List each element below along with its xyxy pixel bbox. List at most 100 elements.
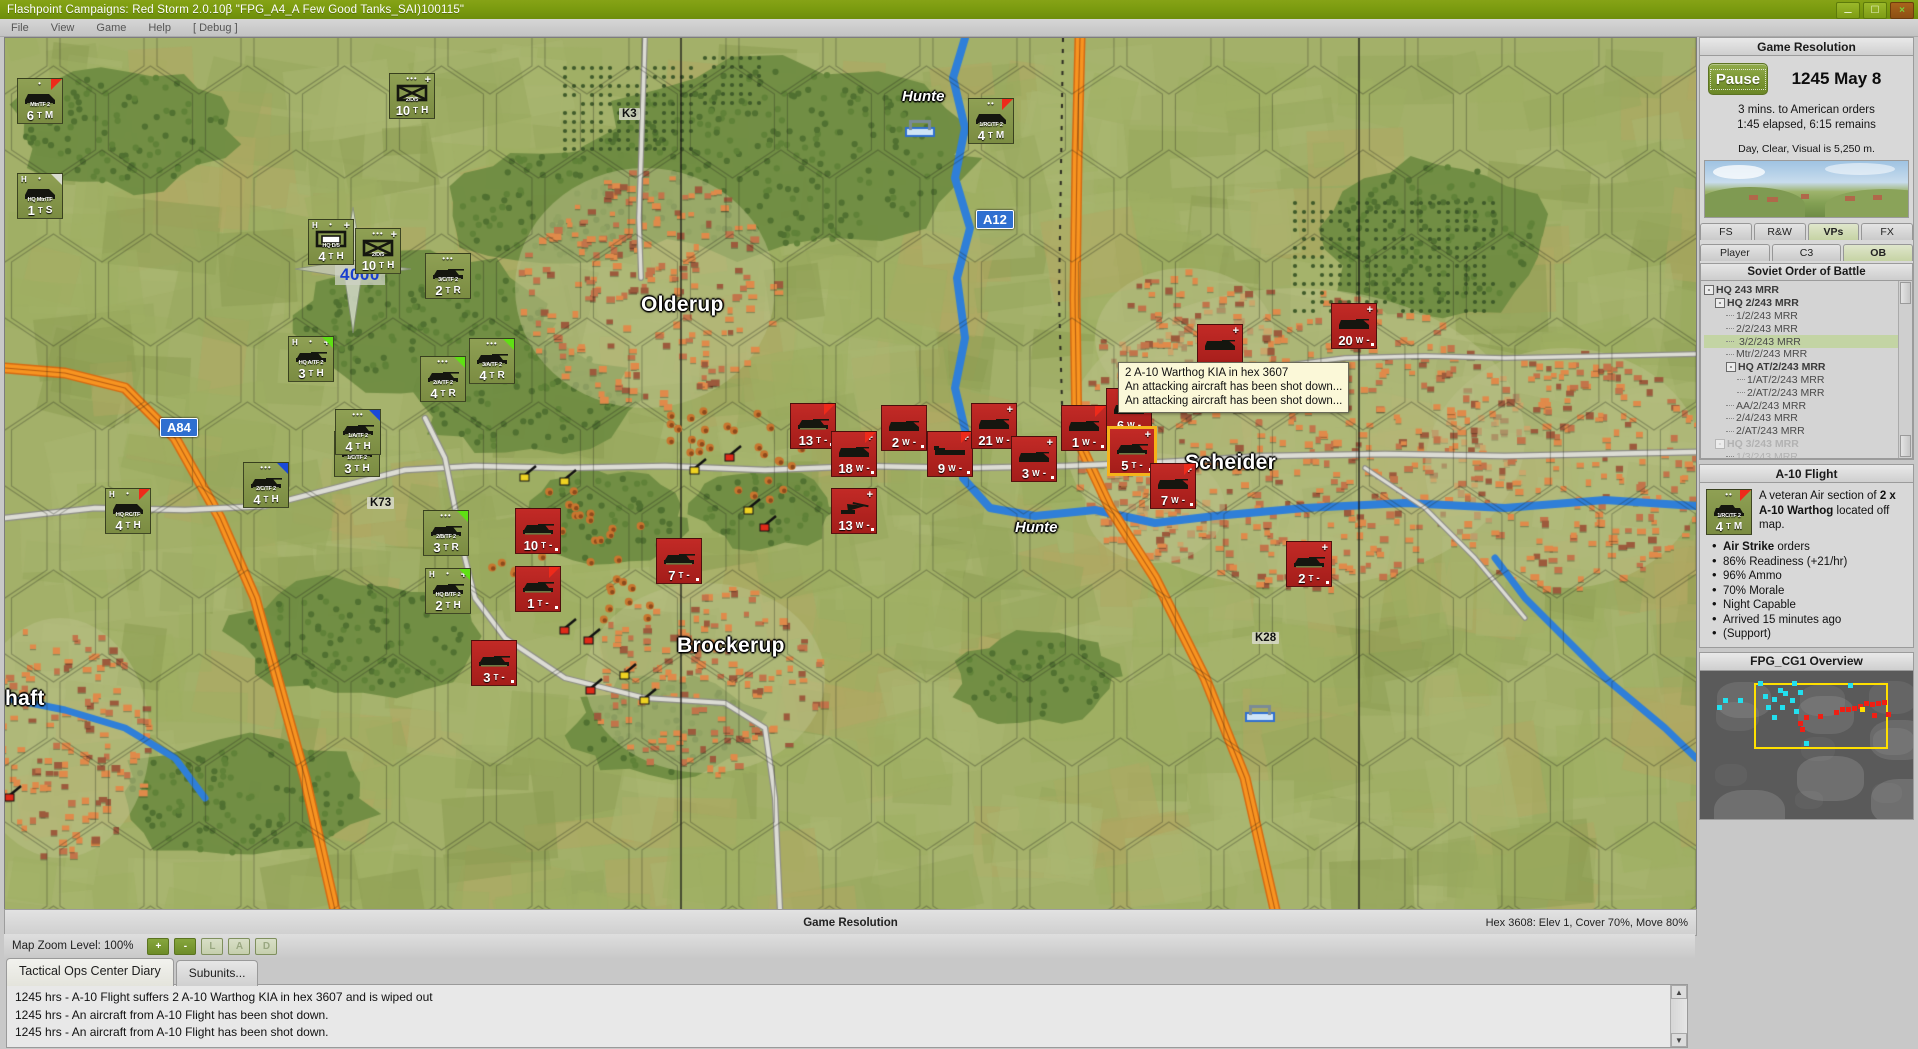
map-unit-counter[interactable]: 13T- xyxy=(790,403,836,449)
map-unit-counter[interactable]: •H+HQ A/TF 23TH xyxy=(288,336,334,382)
map-unit-counter[interactable]: •H+HQ B/TF 22TH xyxy=(425,568,471,614)
map-unit-counter[interactable]: •••+2/D/510TH xyxy=(355,228,401,274)
map-unit-counter[interactable]: •H+HQ D/54TH xyxy=(308,219,354,265)
sidebar-tab-rw[interactable]: R&W xyxy=(1754,223,1806,240)
map-unit-counter[interactable]: •••3/A/TF 24TR xyxy=(469,338,515,384)
map-unit-counter[interactable]: +7W- xyxy=(1150,463,1196,509)
close-icon[interactable]: × xyxy=(1890,2,1914,19)
sidebar-tab-fx[interactable]: FX xyxy=(1861,223,1913,240)
ob-scroll-thumb-bottom[interactable] xyxy=(1900,435,1911,457)
unit-strength: 4 xyxy=(479,368,486,383)
ob-tree-row[interactable]: 1/2/243 MRR xyxy=(1704,310,1912,323)
unit-marker-dot xyxy=(871,471,874,474)
sidebar-tab-player[interactable]: Player xyxy=(1700,244,1770,261)
ob-tree-row[interactable]: 2/AT/243 MRR xyxy=(1704,425,1912,438)
map-unit-counter[interactable]: +3W- xyxy=(1011,436,1057,482)
ob-scroll-thumb-top[interactable] xyxy=(1900,282,1911,304)
zoom-button-plus[interactable]: + xyxy=(147,938,169,955)
ob-tree-row[interactable]: 3/2/243 MRR xyxy=(1704,335,1912,348)
unit-stats: 9W- xyxy=(928,461,972,476)
ob-tree-row[interactable]: 1/AT/2/243 MRR xyxy=(1704,374,1912,387)
unit-marker-dot xyxy=(1371,343,1374,346)
scroll-up-icon[interactable]: ▲ xyxy=(1671,985,1687,999)
zoom-button-l[interactable]: L xyxy=(201,938,223,955)
bottom-tab-subunits[interactable]: Subunits... xyxy=(176,960,259,986)
map-unit-counter[interactable]: +9W- xyxy=(927,431,973,477)
map-unit-counter[interactable]: •HHQ RC/TF4TH xyxy=(105,488,151,534)
zoom-button-d[interactable]: D xyxy=(255,938,277,955)
sidebar-tab-ob[interactable]: OB xyxy=(1843,244,1913,261)
menu-item-view[interactable]: View xyxy=(40,22,86,34)
sidebar-tab-vps[interactable]: VPs xyxy=(1808,223,1860,240)
ob-tree-row[interactable]: -HQ 2/243 MRR xyxy=(1704,297,1912,310)
unit-stats: 6TM xyxy=(18,108,62,123)
map-unit-counter[interactable]: ••1/RC/TF 24TM xyxy=(968,98,1014,144)
map-unit-counter[interactable]: •••3/C/TF 22TR xyxy=(425,253,471,299)
map-unit-counter[interactable]: •••2/A/TF 24TR xyxy=(420,356,466,402)
pause-button[interactable]: Pause xyxy=(1708,63,1768,95)
bottom-tab-tactical-ops-center-diary[interactable]: Tactical Ops Center Diary xyxy=(6,958,174,986)
unit-marker-dot xyxy=(696,578,699,581)
ob-scrollbar[interactable] xyxy=(1898,281,1912,458)
ob-tree-row[interactable]: Mtr/2/243 MRR xyxy=(1704,348,1912,361)
zoom-button-minus[interactable]: - xyxy=(174,938,196,955)
menu-item-help[interactable]: Help xyxy=(137,22,182,34)
ob-tree-row[interactable]: -HQ AT/2/243 MRR xyxy=(1704,361,1912,374)
unit-strength: 21 xyxy=(978,433,992,448)
overview-minimap[interactable] xyxy=(1699,671,1914,820)
tree-collapse-icon[interactable]: - xyxy=(1715,439,1725,449)
zoom-button-a[interactable]: A xyxy=(228,938,250,955)
tree-collapse-icon[interactable]: - xyxy=(1726,362,1736,372)
menu-item-game[interactable]: Game xyxy=(85,22,137,34)
map-unit-counter[interactable]: +18W- xyxy=(831,431,877,477)
map-unit-counter[interactable]: •HHQ Mtr/TF1TS xyxy=(17,173,63,219)
map-unit-counter[interactable]: 3T- xyxy=(471,640,517,686)
ob-tree-row[interactable]: -HQ 243 MRR xyxy=(1704,284,1912,297)
unit-letter-b: R xyxy=(453,285,460,296)
map-unit-counter[interactable]: 1W- xyxy=(1061,405,1107,451)
order-of-battle-tree[interactable]: -HQ 243 MRR-HQ 2/243 MRR1/2/243 MRR2/2/2… xyxy=(1700,281,1913,459)
ob-tree-row[interactable]: 1/3/243 MRR xyxy=(1704,450,1912,459)
unit-tank-symbol-icon xyxy=(472,650,516,670)
sidebar-tab-c3[interactable]: C3 xyxy=(1772,244,1842,261)
ob-tree-row[interactable]: 2/2/243 MRR xyxy=(1704,322,1912,335)
map-unit-counter[interactable]: •••1/A/TF 24TH xyxy=(335,409,381,455)
map-unit-counter[interactable]: 7T- xyxy=(656,538,702,584)
menu-item-debug[interactable]: [ Debug ] xyxy=(182,22,249,34)
map-unit-counter[interactable]: •Mtr/TF 26TM xyxy=(17,78,63,124)
map-unit-counter[interactable]: 10T- xyxy=(515,508,561,554)
tactical-ops-center-diary-log[interactable]: 1245 hrs - A-10 Flight suffers 2 A-10 Wa… xyxy=(6,984,1688,1048)
map-unit-counter[interactable]: +13W- xyxy=(831,488,877,534)
map-unit-counter[interactable]: 2W- xyxy=(881,405,927,451)
ob-tree-row[interactable]: AA/2/243 MRR xyxy=(1704,399,1912,412)
map-town-label: Brockerup xyxy=(677,634,785,658)
unit-stats: 4TM xyxy=(969,128,1013,143)
map-unit-counter[interactable]: +20W- xyxy=(1331,303,1377,349)
unit-stats: 1T- xyxy=(516,596,560,611)
ob-tree-row[interactable]: 2/4/243 MRR xyxy=(1704,412,1912,425)
unit-size-dots-icon: ••• xyxy=(426,256,470,261)
minimap-enemy-marker xyxy=(1798,721,1803,726)
tree-collapse-icon[interactable]: - xyxy=(1715,298,1725,308)
map-unit-counter[interactable]: •••2/B/TF 23TR xyxy=(423,510,469,556)
tree-collapse-icon[interactable]: - xyxy=(1704,285,1714,295)
log-scrollbar[interactable]: ▲ ▼ xyxy=(1670,985,1687,1047)
ob-tree-row[interactable]: 2/AT/2/243 MRR xyxy=(1704,386,1912,399)
map-unit-counter[interactable]: •••+2/D/510TH xyxy=(389,73,435,119)
minimize-icon[interactable]: ⚊ xyxy=(1836,2,1860,19)
order-of-battle-header: Soviet Order of Battle xyxy=(1700,263,1913,281)
map-unit-counter[interactable]: •••2/C/TF 24TH xyxy=(243,462,289,508)
scroll-down-icon[interactable]: ▼ xyxy=(1671,1033,1687,1047)
map-unit-counter[interactable]: 1T- xyxy=(515,566,561,612)
ob-tree-row[interactable]: -HQ 3/243 MRR xyxy=(1704,438,1912,451)
sidebar-tab-fs[interactable]: FS xyxy=(1700,223,1752,240)
maximize-icon[interactable]: ☐ xyxy=(1863,2,1887,19)
map-unit-counter[interactable]: +5T- xyxy=(1109,428,1155,474)
unit-tank-symbol-icon xyxy=(791,413,835,433)
map-unit-counter[interactable]: +2T- xyxy=(1286,541,1332,587)
tactical-map[interactable]: OlderupBrockerupScheiderhaftHunteHunteK3… xyxy=(4,37,1697,911)
map-road-shield: A12 xyxy=(976,210,1014,229)
a10-unit-counter[interactable]: •• 1/RC/TF 2 4 T M xyxy=(1706,489,1752,535)
menu-item-file[interactable]: File xyxy=(0,22,40,34)
minimap-friendly-marker xyxy=(1780,705,1785,710)
